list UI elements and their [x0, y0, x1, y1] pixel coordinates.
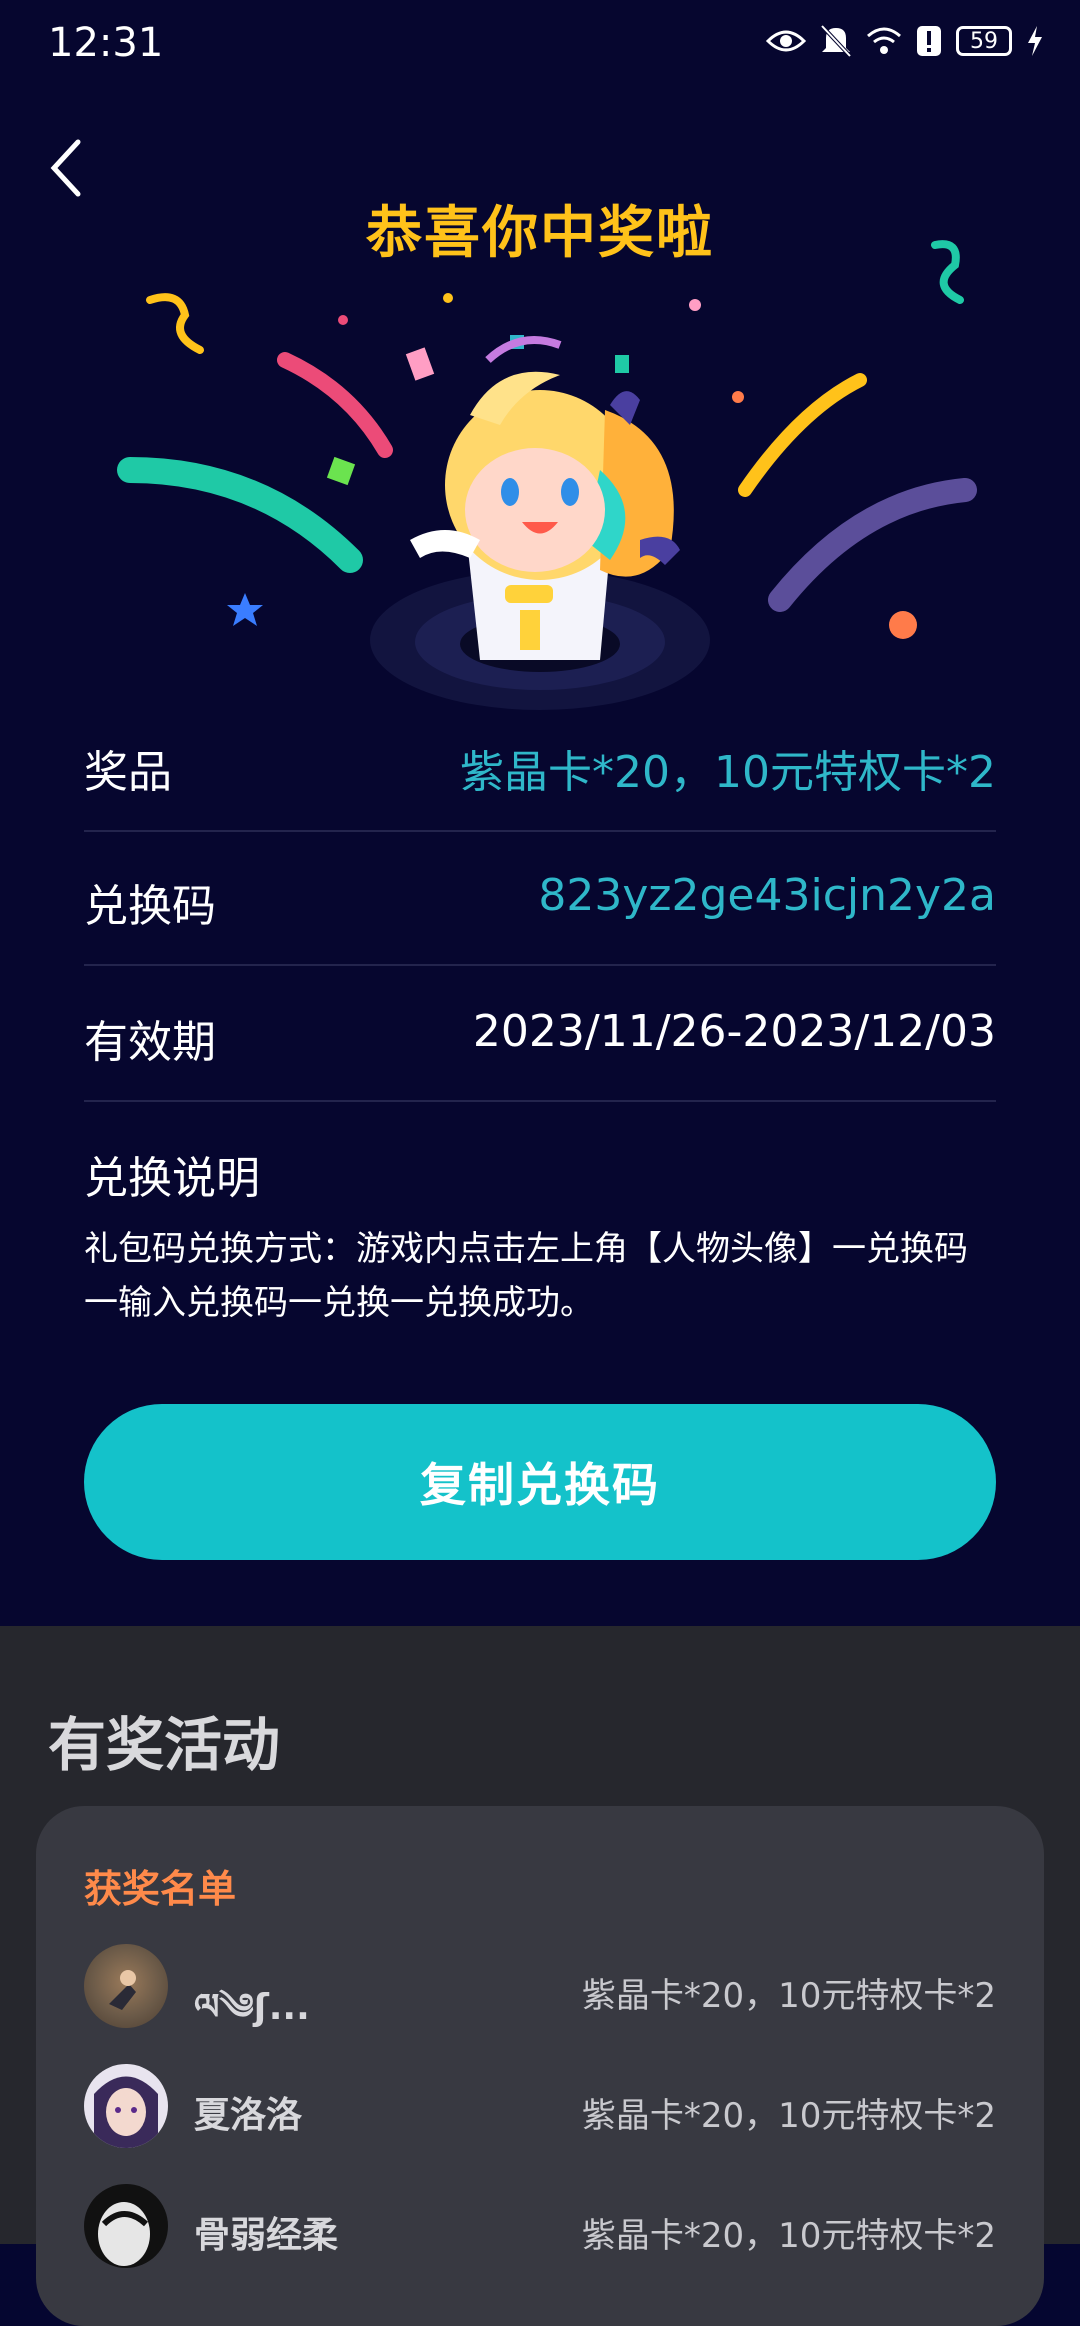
status-time: 12:31 [48, 20, 164, 66]
activities-title: 有奖活动 [48, 1711, 281, 1779]
winner-prize: 紫晶卡*20，10元特权卡*2 [581, 2096, 996, 2136]
prize-label: 奖品 [84, 747, 172, 798]
avatar-image-icon [98, 2202, 150, 2266]
winner-prize: 紫晶卡*20，10元特权卡*2 [581, 1976, 996, 2016]
battery-level: 59 [970, 28, 998, 54]
winners-title: 获奖名单 [84, 1867, 237, 1911]
prize-value: 紫晶卡*20，10元特权卡*2 [460, 747, 996, 798]
winner-name: ལ༄ʃ... [194, 1987, 310, 2028]
status-icons: 59 [766, 24, 1044, 58]
celebration-illustration [117, 240, 977, 710]
charging-icon [1028, 26, 1042, 56]
code-value[interactable]: 823yz2ge43icjn2y2a [538, 870, 996, 921]
battery-icon: 59 [956, 26, 1012, 56]
status-bar: 12:31 59 [0, 0, 1080, 90]
winner-name: 骨弱经柔 [194, 2215, 339, 2256]
winner-name: 夏洛洛 [194, 2095, 303, 2136]
winners-card: 获奖名单 ལ༄ʃ... 紫晶卡*20，10元特权卡*2 夏洛洛 紫晶卡*20，1… [36, 1806, 1044, 2326]
code-row: 兑换码 823yz2ge43icjn2y2a [84, 830, 996, 966]
mute-bell-icon [820, 24, 852, 58]
avatar-image-icon [109, 1970, 136, 2010]
instructions-text: 礼包码兑换方式：游戏内点击左上角【人物头像】一兑换码一输入兑换码一兑换一兑换成功… [84, 1229, 968, 1323]
code-label: 兑换码 [84, 881, 216, 932]
activities-section: 有奖活动 获奖名单 ལ༄ʃ... 紫晶卡*20，10元特权卡*2 夏洛洛 紫晶卡… [0, 1626, 1080, 2326]
winner-row: 骨弱经柔 紫晶卡*20，10元特权卡*2 [84, 2184, 996, 2274]
avatar [84, 2064, 168, 2148]
prize-row: 奖品 紫晶卡*20，10元特权卡*2 [84, 696, 996, 832]
copy-code-button[interactable]: 复制兑换码 [84, 1404, 996, 1560]
winner-prize: 紫晶卡*20，10元特权卡*2 [581, 2216, 996, 2256]
winner-row: ལ༄ʃ... 紫晶卡*20，10元特权卡*2 [84, 1944, 996, 2034]
avatar-image-icon [94, 2076, 158, 2148]
instructions-title: 兑换说明 [84, 1153, 260, 1204]
winner-row: 夏洛洛 紫晶卡*20，10元特权卡*2 [84, 2064, 996, 2154]
eye-icon [766, 30, 806, 52]
validity-value: 2023/11/26-2023/12/03 [472, 1006, 996, 1057]
alert-icon [917, 26, 941, 56]
avatar [84, 2184, 168, 2268]
validity-label: 有效期 [84, 1017, 216, 1068]
wifi-icon [867, 27, 901, 54]
prize-panel: 12:31 59 恭喜你中奖啦 奖品 紫晶卡*20，10元特权卡*2 兑换码 8… [0, 0, 1080, 1626]
validity-row: 有效期 2023/11/26-2023/12/03 [84, 966, 996, 1102]
avatar [84, 1944, 168, 2028]
